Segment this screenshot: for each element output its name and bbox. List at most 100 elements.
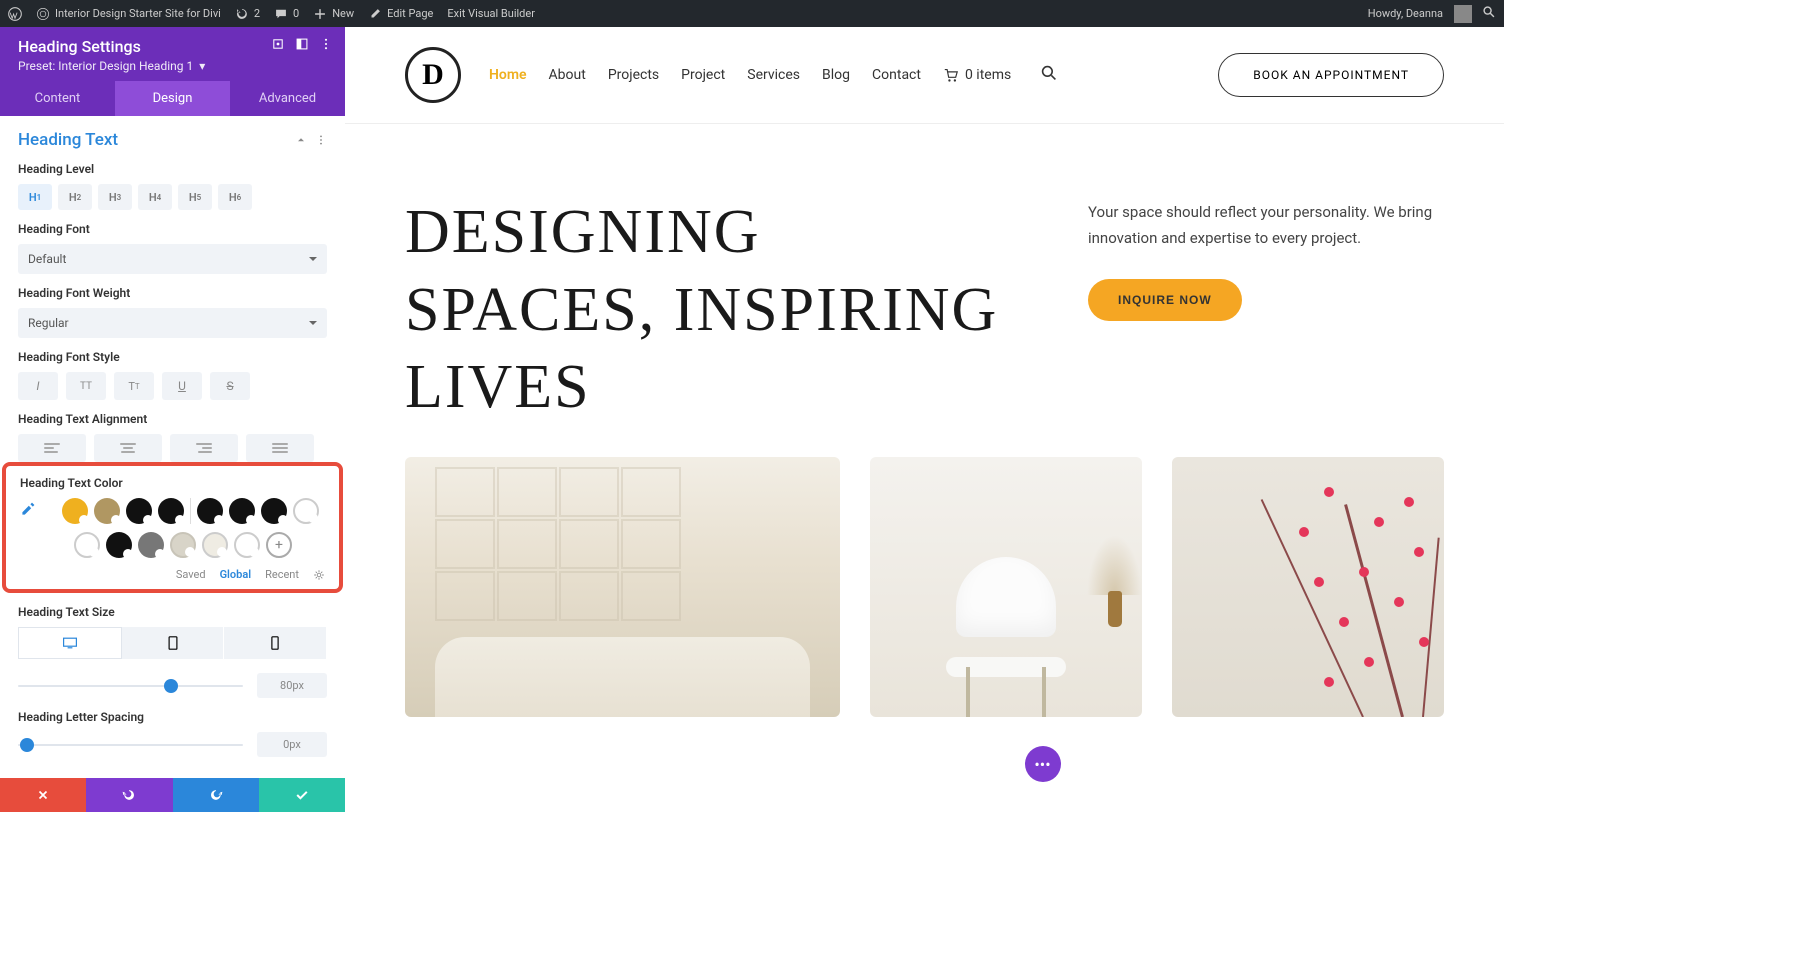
color-settings-icon[interactable] (313, 569, 325, 581)
tab-design[interactable]: Design (115, 81, 230, 116)
label-heading-align: Heading Text Alignment (18, 412, 327, 426)
letter-spacing-slider[interactable] (18, 744, 243, 746)
gallery-image-1 (405, 457, 840, 717)
drag-icon[interactable] (271, 37, 285, 51)
site-header: D Home About Projects Project Services B… (345, 27, 1504, 124)
text-size-value[interactable]: 80px (257, 673, 327, 698)
color-swatch[interactable] (197, 498, 223, 524)
save-button[interactable] (259, 778, 345, 812)
alignment-toggles (18, 434, 327, 462)
color-swatch[interactable] (106, 532, 132, 558)
eyedropper-icon[interactable] (20, 501, 36, 521)
heading-level-toggle: H1 H2 H3 H4 H5 H6 (18, 184, 327, 210)
gallery-image-3 (1172, 457, 1444, 717)
label-heading-color: Heading Text Color (20, 476, 325, 490)
nav-project[interactable]: Project (681, 67, 725, 83)
letter-spacing-value[interactable]: 0px (257, 732, 327, 757)
italic-toggle[interactable]: I (18, 372, 58, 400)
wp-logo-icon[interactable] (8, 7, 22, 21)
inquire-now-button[interactable]: INQUIRE NOW (1088, 279, 1242, 321)
section-more-icon[interactable] (315, 134, 327, 146)
page-preview: D Home About Projects Project Services B… (345, 27, 1504, 812)
label-heading-font: Heading Font (18, 222, 327, 236)
device-phone[interactable] (224, 627, 327, 659)
nav-home[interactable]: Home (489, 67, 527, 83)
smallcaps-toggle[interactable]: TT (114, 372, 154, 400)
color-swatch[interactable] (261, 498, 287, 524)
site-search-icon[interactable] (1041, 65, 1057, 85)
color-tab-saved[interactable]: Saved (176, 568, 206, 581)
color-swatch[interactable] (170, 532, 196, 558)
color-swatch[interactable] (74, 532, 100, 558)
color-swatch[interactable] (158, 498, 184, 524)
undo-button[interactable] (86, 778, 172, 812)
comments-link[interactable]: 0 (274, 7, 299, 21)
hero-heading[interactable]: DESIGNING SPACES, INSPIRING LIVES (405, 194, 1028, 427)
nav-blog[interactable]: Blog (822, 67, 850, 83)
hero-description: Your space should reflect your personali… (1088, 200, 1444, 251)
responsive-devices (18, 627, 327, 659)
expand-icon[interactable] (295, 37, 309, 51)
heading-level-h2[interactable]: H2 (58, 184, 92, 210)
heading-level-h1[interactable]: H1 (18, 184, 52, 210)
nav-projects[interactable]: Projects (608, 67, 659, 83)
heading-level-h4[interactable]: H4 (138, 184, 172, 210)
color-swatch[interactable] (202, 532, 228, 558)
new-content-link[interactable]: New (313, 7, 354, 21)
text-size-slider[interactable] (18, 685, 243, 687)
color-tab-global[interactable]: Global (220, 568, 252, 581)
chevron-up-icon[interactable] (295, 134, 307, 146)
strikethrough-toggle[interactable]: S (210, 372, 250, 400)
color-swatch[interactable] (293, 498, 319, 524)
label-heading-level: Heading Level (18, 162, 327, 176)
heading-level-h3[interactable]: H3 (98, 184, 132, 210)
site-name-link[interactable]: Interior Design Starter Site for Divi (36, 7, 221, 21)
user-greeting[interactable]: Howdy, Deanna (1368, 5, 1472, 23)
color-swatch[interactable] (234, 532, 260, 558)
book-appointment-button[interactable]: BOOK AN APPOINTMENT (1218, 53, 1444, 97)
align-justify[interactable] (246, 434, 314, 462)
section-heading-text[interactable]: Heading Text (18, 130, 327, 150)
settings-sidebar: Heading Settings Preset: Interior Design… (0, 27, 345, 812)
color-tab-recent[interactable]: Recent (265, 568, 299, 581)
site-logo[interactable]: D (405, 47, 461, 103)
heading-level-h6[interactable]: H6 (218, 184, 252, 210)
nav-services[interactable]: Services (747, 67, 800, 83)
heading-level-h5[interactable]: H5 (178, 184, 212, 210)
tab-content[interactable]: Content (0, 81, 115, 116)
color-swatch[interactable] (62, 498, 88, 524)
heading-font-select[interactable]: Default (18, 244, 327, 274)
sidebar-footer (0, 778, 345, 812)
redo-button[interactable] (173, 778, 259, 812)
nav-contact[interactable]: Contact (872, 67, 921, 83)
add-color-swatch[interactable]: + (266, 532, 292, 558)
cancel-button[interactable] (0, 778, 86, 812)
heading-text-color-section: Heading Text Color (2, 462, 343, 593)
more-icon[interactable] (319, 37, 333, 51)
device-desktop[interactable] (18, 627, 122, 659)
sidebar-header: Heading Settings Preset: Interior Design… (0, 27, 345, 81)
preset-selector[interactable]: Preset: Interior Design Heading 1 ▾ (18, 59, 327, 73)
nav-about[interactable]: About (549, 67, 586, 83)
color-swatch[interactable] (94, 498, 120, 524)
gallery-image-2 (870, 457, 1142, 717)
tab-advanced[interactable]: Advanced (230, 81, 345, 116)
admin-search-icon[interactable] (1482, 5, 1496, 22)
align-left[interactable] (18, 434, 86, 462)
color-swatch[interactable] (126, 498, 152, 524)
cart-link[interactable]: 0 items (943, 67, 1011, 83)
revisions-link[interactable]: 2 (235, 7, 260, 21)
heading-weight-select[interactable]: Regular (18, 308, 327, 338)
hero-section: DESIGNING SPACES, INSPIRING LIVES Your s… (345, 124, 1504, 457)
label-heading-size: Heading Text Size (18, 605, 327, 619)
align-center[interactable] (94, 434, 162, 462)
align-right[interactable] (170, 434, 238, 462)
exit-visual-builder-link[interactable]: Exit Visual Builder (447, 7, 535, 20)
underline-toggle[interactable]: U (162, 372, 202, 400)
color-swatch[interactable] (229, 498, 255, 524)
color-swatch[interactable] (138, 532, 164, 558)
uppercase-toggle[interactable]: TT (66, 372, 106, 400)
builder-fab-icon[interactable]: ••• (1025, 746, 1061, 782)
edit-page-link[interactable]: Edit Page (368, 7, 433, 21)
device-tablet[interactable] (122, 627, 225, 659)
